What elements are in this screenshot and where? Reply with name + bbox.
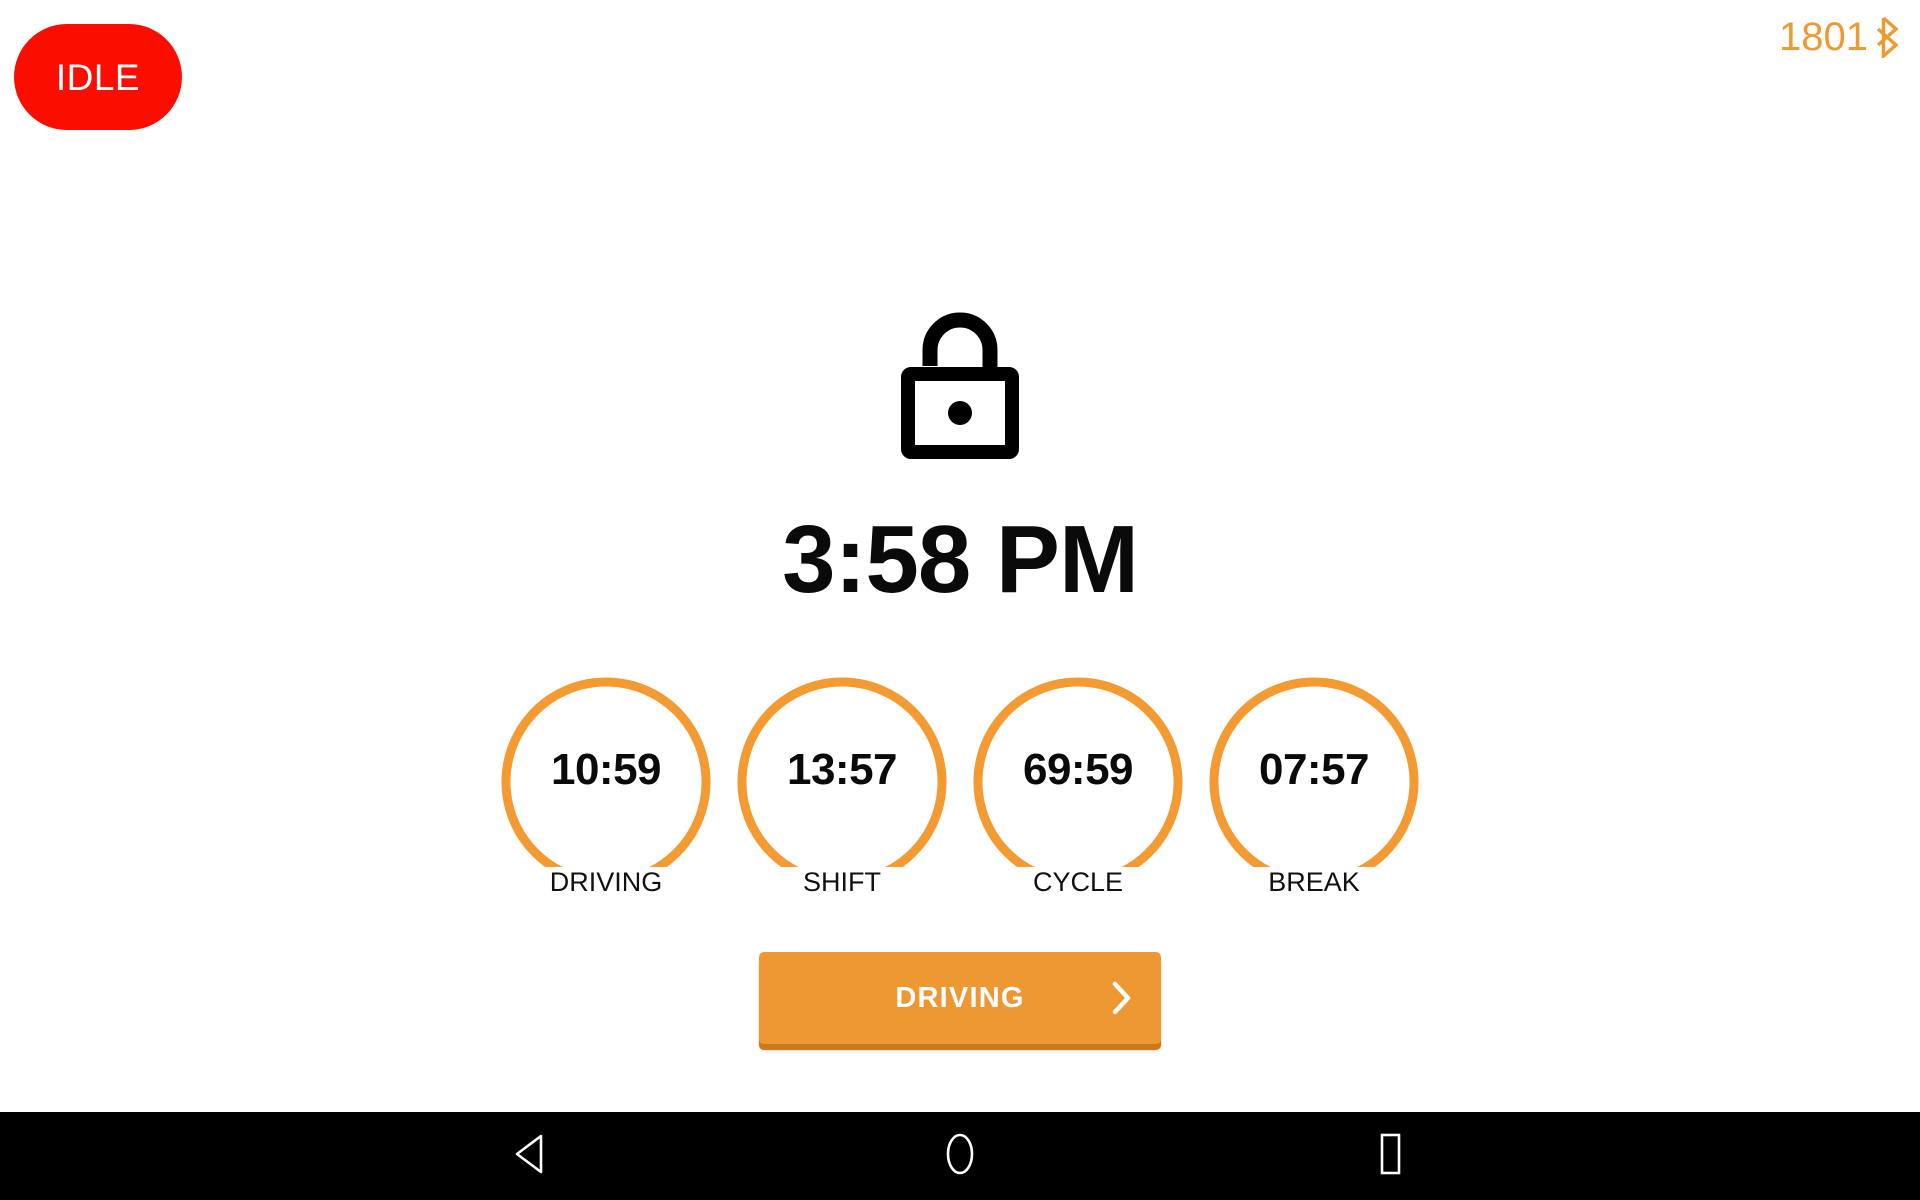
driving-status-button-label: DRIVING [895, 981, 1025, 1014]
gauge-driving[interactable]: 10:59 DRIVING [483, 674, 729, 898]
gauge-value: 10:59 [550, 745, 662, 794]
gauge-value: 13:57 [786, 745, 898, 794]
triangle-back-icon [510, 1132, 550, 1181]
gauge-break[interactable]: 07:57 BREAK [1191, 674, 1437, 898]
gauge-value: 69:59 [1022, 745, 1134, 794]
nav-recents-button[interactable] [1330, 1112, 1450, 1200]
unlocked-padlock-icon[interactable] [894, 296, 1026, 460]
main-content: 3:58 PM 10:59 DRIVING 13:57 SHIFT 69:59 [0, 0, 1920, 1112]
gauge-cycle[interactable]: 69:59 CYCLE [955, 674, 1201, 898]
hos-gauges: 10:59 DRIVING 13:57 SHIFT 69:59 CYCLE 07… [483, 674, 1437, 898]
current-time: 3:58 PM [782, 506, 1139, 613]
gauge-label: DRIVING [483, 867, 729, 898]
chevron-right-icon [1111, 981, 1133, 1015]
gauge-label: SHIFT [719, 867, 965, 898]
nav-back-button[interactable] [470, 1112, 590, 1200]
square-recents-icon [1372, 1131, 1408, 1182]
nav-home-button[interactable] [900, 1112, 1020, 1200]
gauge-value: 07:57 [1258, 745, 1370, 794]
circle-home-icon [938, 1131, 982, 1182]
android-navigation-bar [0, 1112, 1920, 1200]
gauge-label: BREAK [1191, 867, 1437, 898]
driving-status-button[interactable]: DRIVING [759, 952, 1161, 1044]
gauge-shift[interactable]: 13:57 SHIFT [719, 674, 965, 898]
gauge-label: CYCLE [955, 867, 1201, 898]
